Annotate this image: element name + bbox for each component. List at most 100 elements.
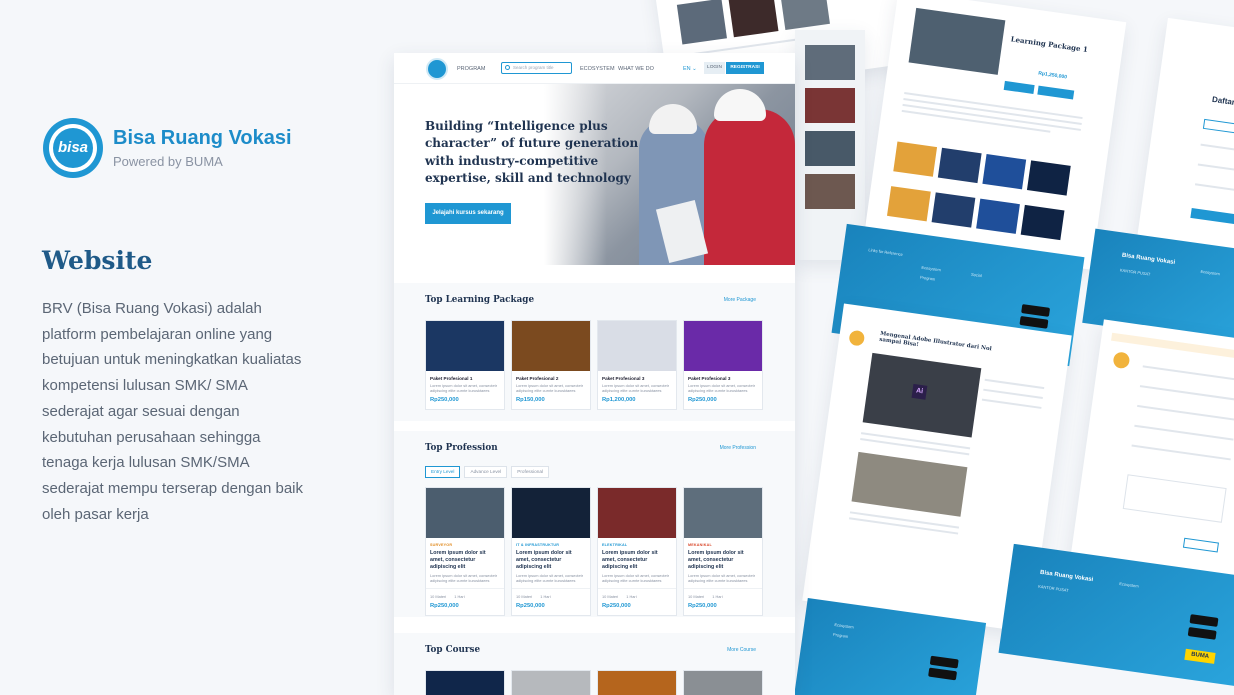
course-card[interactable] [511,670,591,695]
brand-name: Bisa Ruang Vokasi [113,127,292,149]
tab-entry-level[interactable]: Entry Level [425,466,461,478]
package-price: Rp150,000 [516,397,545,403]
profession-thumbnail [598,488,676,538]
duration: 1 Hari [540,594,551,599]
package-description: Lorem ipsum dolor sit amet, consectetr a… [430,383,498,393]
materials-count: 10 Materi [602,594,619,599]
detail-price: Rp1,250,000 [1037,70,1068,81]
profession-price: Rp250,000 [688,603,717,609]
profession-card[interactable]: IT & INFRASTRUKTUR Lorem ipsum dolor sit … [511,487,591,616]
package-thumbnail [598,321,676,371]
profession-card[interactable]: ELEKTRIKAL Lorem ipsum dolor sit amet, co… [597,487,677,616]
hero-title: Building “Intelligence plus character” o… [425,119,639,186]
section-title: Website [42,246,153,275]
package-thumbnail [684,321,762,371]
package-card[interactable]: Paket Profesional 2 Lorem ipsum dolor sit… [511,320,591,410]
profession-description: Lorem ipsum dolor sit amet, consectetr a… [516,573,584,583]
course-section: Top Course More Course [394,633,795,695]
package-name: Paket Profesional 1 [430,376,473,381]
profession-meta: 10 Materi 1 Hari [684,588,762,599]
course-card[interactable] [683,670,763,695]
profession-category: IT & INFRASTRUKTUR [516,543,560,547]
package-name: Paket Profesional 3 [688,376,731,381]
course-thumbnail [684,671,762,695]
profession-card[interactable]: MEKANIKAL Lorem ipsum dolor sit amet, con… [683,487,763,616]
top-navbar: PROGRAM Search program title ECOSYSTEM W… [394,53,795,84]
tab-professional[interactable]: Professional [511,466,550,478]
more-course-link[interactable]: More Course [727,647,756,653]
profession-description: Lorem ipsum dolor sit amet, consectetr a… [688,573,756,583]
materials-count: 10 Materi [688,594,705,599]
duration: 1 Hari [626,594,637,599]
hero-banner: Building “Intelligence plus character” o… [394,84,795,265]
materials-count: 10 Materi [516,594,533,599]
course-thumbnail [598,671,676,695]
footer-brand: Bisa Ruang Vokasi [1121,252,1176,267]
materials-count: 10 Materi [430,594,447,599]
buma-logo: BUMA [1184,648,1216,664]
brand-block: bisa Bisa Ruang Vokasi Powered by BUMA [43,118,292,178]
course-thumbnail [426,671,504,695]
package-name: Paket Profesional 3 [602,376,645,381]
package-card[interactable]: Paket Profesional 3 Lorem ipsum dolor sit… [597,320,677,410]
register-title: Daftar [1211,94,1234,107]
section-description: BRV (Bisa Ruang Vokasi) adalah platform … [42,300,303,523]
package-cards: Paket Profesional 1 Lorem ipsum dolor sit… [425,320,763,410]
profession-section: Top Profession More Profession Entry Lev… [394,431,795,617]
search-icon [505,65,510,70]
language-select[interactable]: EN ⌄ [683,66,697,72]
course-cards [425,670,763,695]
duration: 1 Hari [454,594,465,599]
package-price: Rp250,000 [688,397,717,403]
package-card[interactable]: Paket Profesional 3 Lorem ipsum dolor sit… [683,320,763,410]
profession-title: Lorem ipsum dolor sit amet, consectetur … [688,550,744,570]
brand-tagline: Powered by BUMA [113,154,223,169]
tab-advance-level[interactable]: Advance Level [464,466,508,478]
package-price: Rp1,200,000 [602,397,636,403]
more-package-link[interactable]: More Package [724,297,756,303]
package-thumbnail [512,321,590,371]
footer-brand-2: Bisa Ruang Vokasi [1039,569,1094,584]
profession-title: Lorem ipsum dolor sit amet, consectetur … [602,550,658,570]
profession-thumbnail [426,488,504,538]
duration: 1 Hari [712,594,723,599]
more-profession-link[interactable]: More Profession [720,445,756,451]
search-input[interactable]: Search program title [501,62,572,74]
profession-category: MEKANIKAL [688,543,712,547]
explore-courses-button[interactable]: Jelajahi kursus sekarang [425,203,511,224]
nav-ecosystem[interactable]: ECOSYSTEM [580,66,615,72]
website-mockup: PROGRAM Search program title ECOSYSTEM W… [394,53,795,695]
logo-text: bisa [53,128,93,168]
packages-title: Top Learning Package [425,295,535,305]
profession-meta: 10 Materi 1 Hari [512,588,590,599]
site-logo-icon[interactable] [426,58,448,80]
video-title: Mengenal Adobe Illustrator dari Nol samp… [878,330,992,353]
course-title: Top Course [425,645,481,655]
package-name: Paket Profesional 2 [516,376,559,381]
profession-price: Rp250,000 [430,603,459,609]
detail-title: Learning Package 1 [1010,34,1089,55]
brand-logo-icon: bisa [43,118,103,178]
nav-what-we-do[interactable]: WHAT WE DO [618,66,654,72]
presentation-slide: Learning Package 1 Rp1,250,000 Links for… [0,0,1234,695]
profession-meta: 10 Materi 1 Hari [598,588,676,599]
profession-description: Lorem ipsum dolor sit amet, consectetr a… [430,573,498,583]
profession-thumbnail [684,488,762,538]
profession-card[interactable]: SURVEYOR Lorem ipsum dolor sit amet, cons… [425,487,505,616]
package-price: Rp250,000 [430,397,459,403]
bg-screen-package-detail: Learning Package 1 Rp1,250,000 [863,0,1127,270]
register-button[interactable]: REGISTRASI [726,62,764,74]
package-description: Lorem ipsum dolor sit amet, consectetr a… [516,383,584,393]
profession-title: Lorem ipsum dolor sit amet, consectetur … [430,550,486,570]
login-button[interactable]: LOGIN [704,62,725,74]
package-description: Lorem ipsum dolor sit amet, consectetr a… [688,383,756,393]
profession-price: Rp250,000 [516,603,545,609]
profession-meta: 10 Materi 1 Hari [426,588,504,599]
course-card[interactable] [425,670,505,695]
packages-section: Top Learning Package More Package Paket … [394,283,795,421]
course-card[interactable] [597,670,677,695]
profession-category: ELEKTRIKAL [602,543,628,547]
profession-category: SURVEYOR [430,543,453,547]
package-card[interactable]: Paket Profesional 1 Lorem ipsum dolor sit… [425,320,505,410]
nav-program[interactable]: PROGRAM [457,66,485,72]
